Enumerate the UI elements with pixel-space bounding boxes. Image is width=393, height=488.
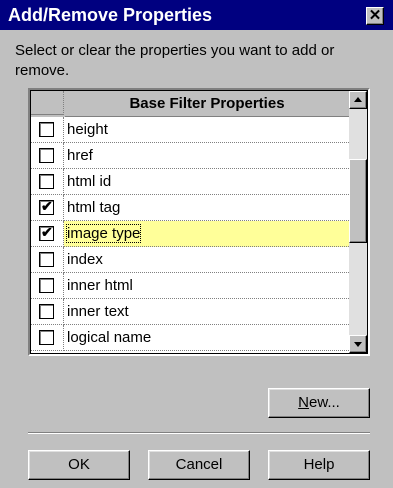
properties-table-inner: Base Filter Properties height href html id… xyxy=(30,90,368,354)
checkbox-cell xyxy=(31,325,64,351)
cancel-button[interactable]: Cancel xyxy=(148,450,250,480)
up-arrow-icon xyxy=(354,97,362,102)
property-label-cell[interactable]: logical name xyxy=(64,325,349,351)
checkbox-cell xyxy=(31,247,64,273)
close-button[interactable]: ✕ xyxy=(366,7,384,25)
ok-button[interactable]: OK xyxy=(28,450,130,480)
checkbox-cell xyxy=(31,143,64,169)
property-label-cell[interactable]: html id xyxy=(64,169,349,195)
table-header-title: Base Filter Properties xyxy=(65,91,349,117)
property-label-cell[interactable]: height xyxy=(64,117,349,143)
new-button[interactable]: New... xyxy=(268,388,370,418)
dialog-title: Add/Remove Properties xyxy=(8,5,213,25)
property-label-cell[interactable]: inner html xyxy=(64,273,349,299)
property-checkbox[interactable] xyxy=(39,304,54,319)
table-row[interactable]: ✔ html tag xyxy=(31,195,349,221)
checkbox-cell xyxy=(31,117,64,143)
property-checkbox[interactable] xyxy=(39,122,54,137)
property-label: href xyxy=(67,147,93,164)
table-row[interactable]: ✔ image type xyxy=(31,221,349,247)
property-label: html tag xyxy=(67,199,121,216)
properties-table: Base Filter Properties height href html id… xyxy=(28,88,370,356)
header-checkbox-column xyxy=(31,91,64,115)
property-label-cell[interactable]: index xyxy=(64,247,349,273)
add-remove-properties-dialog: Add/Remove Properties ✕ Select or clear … xyxy=(0,0,393,488)
down-arrow-icon xyxy=(354,342,362,347)
table-row[interactable]: inner text xyxy=(31,299,349,325)
separator-line xyxy=(28,432,370,434)
property-label: index xyxy=(67,251,103,268)
property-label-cell[interactable]: href xyxy=(64,143,349,169)
property-label: inner html xyxy=(67,277,133,294)
vertical-scrollbar[interactable] xyxy=(349,91,367,353)
table-row[interactable]: logical name xyxy=(31,325,349,351)
table-row[interactable]: height xyxy=(31,117,349,143)
scroll-down-button[interactable] xyxy=(349,335,367,353)
property-checkbox[interactable] xyxy=(39,252,54,267)
checkbox-cell xyxy=(31,299,64,325)
checkbox-cell xyxy=(31,273,64,299)
help-button[interactable]: Help xyxy=(268,450,370,480)
table-header: Base Filter Properties xyxy=(31,91,349,117)
property-checkbox[interactable] xyxy=(39,278,54,293)
close-icon: ✕ xyxy=(368,7,382,24)
title-bar: Add/Remove Properties ✕ xyxy=(0,0,393,30)
property-label: html id xyxy=(67,173,112,190)
checkmark-icon: ✔ xyxy=(41,198,53,214)
checkbox-cell: ✔ xyxy=(31,221,64,247)
property-label-cell[interactable]: image type xyxy=(64,221,349,247)
table-row[interactable]: html id xyxy=(31,169,349,195)
property-checkbox[interactable]: ✔ xyxy=(39,224,54,241)
new-button-accelerator: N xyxy=(298,394,309,411)
property-label: height xyxy=(67,121,108,138)
properties-rows: height href html id ✔ html tag ✔ image type ind… xyxy=(31,117,349,351)
property-label-cell[interactable]: inner text xyxy=(64,299,349,325)
table-row[interactable]: index xyxy=(31,247,349,273)
checkbox-cell: ✔ xyxy=(31,195,64,221)
property-checkbox[interactable] xyxy=(39,148,54,163)
new-button-label: ew... xyxy=(308,394,340,411)
scroll-up-button[interactable] xyxy=(349,91,367,109)
property-label: inner text xyxy=(67,303,129,320)
checkbox-cell xyxy=(31,169,64,195)
table-row[interactable]: inner html xyxy=(31,273,349,299)
property-label: logical name xyxy=(67,329,152,346)
table-row[interactable]: href xyxy=(31,143,349,169)
property-label-cell[interactable]: html tag xyxy=(64,195,349,221)
checkmark-icon: ✔ xyxy=(41,224,53,240)
property-checkbox[interactable] xyxy=(39,330,54,345)
property-checkbox[interactable] xyxy=(39,174,54,189)
property-checkbox[interactable]: ✔ xyxy=(39,198,54,215)
property-label: image type xyxy=(65,224,142,243)
scroll-thumb[interactable] xyxy=(349,159,367,243)
instructions-text: Select or clear the properties you want … xyxy=(15,42,335,79)
